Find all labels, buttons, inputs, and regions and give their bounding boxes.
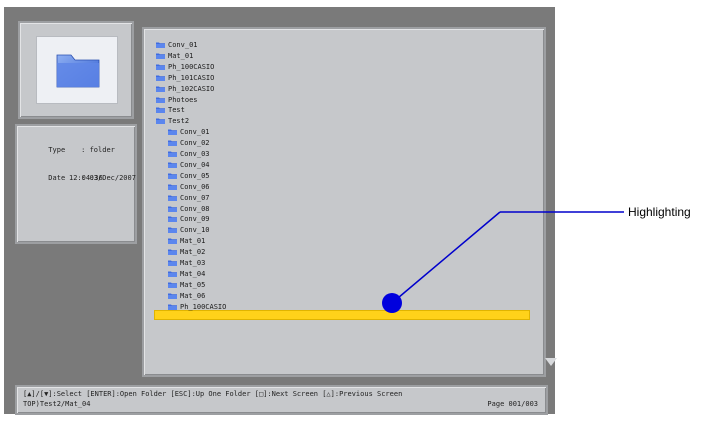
annotation-line bbox=[391, 211, 501, 304]
annotation-label: Highlighting bbox=[628, 205, 691, 219]
annotation-callout bbox=[382, 211, 624, 313]
annotation-dot bbox=[382, 293, 402, 313]
